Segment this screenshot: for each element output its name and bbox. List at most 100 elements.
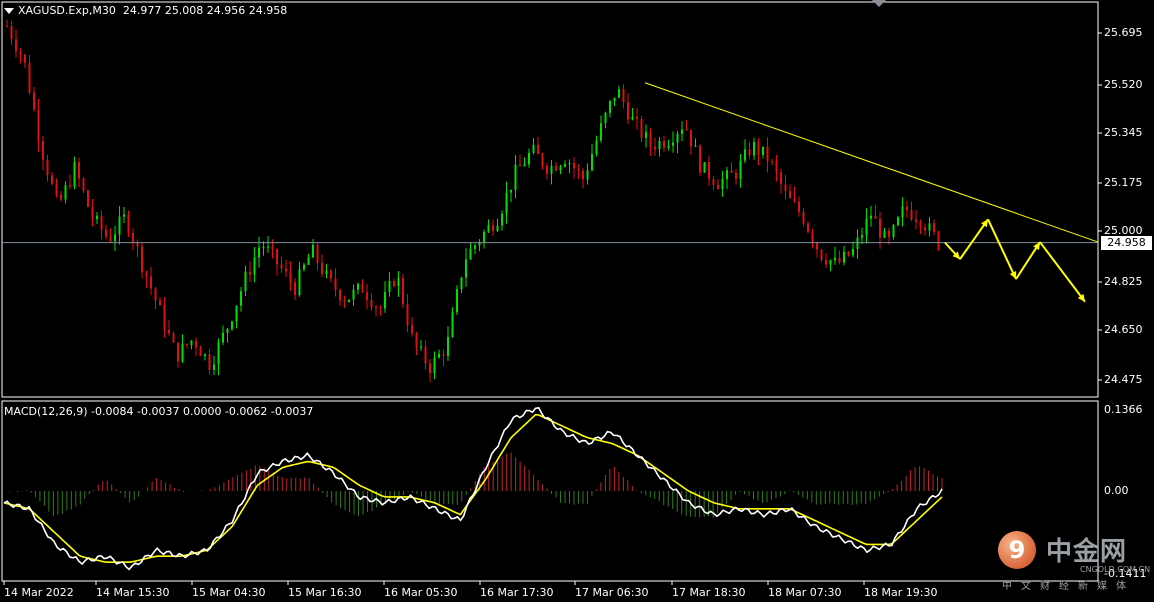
candle-body — [798, 201, 800, 213]
candle-body — [492, 225, 494, 232]
macd-tick-label: 0.00 — [1104, 484, 1129, 497]
dropdown-arrow-icon[interactable] — [4, 8, 14, 14]
candle-body — [681, 129, 683, 134]
candle-body — [217, 342, 220, 365]
candle-body — [402, 277, 404, 305]
candle-body — [307, 257, 310, 265]
candle-body — [631, 116, 634, 120]
current-price-label: 24.958 — [1101, 236, 1152, 250]
candle-body — [609, 100, 611, 113]
candle-body — [505, 192, 508, 214]
candle-body — [469, 248, 472, 260]
candle-body — [294, 282, 296, 296]
macd-main-line — [3, 406, 943, 571]
candle-body — [303, 264, 305, 270]
symbol-label: XAGUSD.Exp,M30 — [18, 4, 116, 17]
price-tick-label: 24.475 — [1104, 373, 1143, 386]
candle-body — [28, 62, 31, 93]
candle-body — [604, 112, 607, 124]
logo-disk-icon: 9 — [998, 531, 1036, 569]
candle-body — [528, 152, 530, 165]
candle-body — [348, 299, 350, 302]
candle-body — [811, 231, 814, 243]
candle-body — [789, 191, 791, 198]
candle-body — [411, 325, 413, 334]
candle-body — [762, 146, 764, 155]
logo-subtitle: 中文财经新媒体 — [1002, 581, 1135, 592]
time-tick-label: 18 Mar 07:30 — [768, 586, 842, 599]
macd-panel-frame — [1, 400, 1099, 582]
candle-body — [532, 144, 535, 153]
logo-url: CNGOLD.COM.CN — [1080, 565, 1151, 574]
candle-body — [249, 271, 251, 275]
price-tick-label: 25.345 — [1104, 126, 1143, 139]
candle-body — [280, 264, 283, 269]
candle-body — [258, 247, 260, 258]
candle-body — [865, 218, 868, 236]
candle-body — [501, 213, 503, 226]
scroll-marker-icon[interactable] — [872, 0, 886, 7]
candle-body — [879, 218, 881, 238]
candle-body — [618, 89, 620, 98]
candle-body — [744, 149, 746, 161]
macd-signal-line — [3, 413, 943, 563]
candle-body — [483, 231, 485, 242]
candle-body — [33, 92, 35, 110]
candle-body — [465, 259, 467, 278]
forecast-arrow — [1039, 241, 1086, 303]
candle-body — [676, 133, 679, 143]
candle-body — [186, 343, 188, 346]
price-tick-label: 24.650 — [1104, 323, 1143, 336]
candle-body — [649, 132, 652, 147]
candle-body — [690, 129, 692, 147]
candle-body — [546, 165, 548, 174]
candle-body — [672, 142, 674, 146]
candle-body — [577, 168, 580, 171]
candle-body — [820, 249, 823, 260]
candle-body — [496, 225, 499, 232]
candle-body — [375, 307, 377, 309]
candle-body — [24, 54, 26, 63]
candle-body — [766, 146, 769, 162]
watermark-logo: 9 中金网 CNGOLD.COM.CN 中文财经新媒体 — [994, 527, 1150, 592]
candle-body — [379, 308, 382, 310]
candle-body — [240, 291, 242, 306]
candle-body — [406, 304, 409, 326]
candle-body — [213, 364, 215, 370]
candle-body — [582, 170, 584, 180]
candle-body — [919, 221, 922, 228]
candle-body — [123, 214, 125, 217]
candle-body — [901, 206, 904, 218]
candle-body — [127, 214, 130, 233]
candle-body — [712, 179, 715, 185]
time-tick-label: 15 Mar 16:30 — [288, 586, 362, 599]
candle-body — [645, 132, 647, 138]
time-tick-label: 15 Mar 04:30 — [192, 586, 266, 599]
candle-body — [861, 235, 863, 238]
time-tick-label: 18 Mar 19:30 — [864, 586, 938, 599]
chart-canvas — [1, 1, 1102, 585]
price-header: XAGUSD.Exp,M30 24.977 25.008 24.956 24.9… — [18, 4, 287, 17]
candle-body — [384, 291, 386, 309]
candle-body — [388, 281, 391, 292]
candle-body — [136, 242, 139, 247]
candle-body — [627, 102, 629, 120]
candle-body — [735, 172, 737, 179]
candle-body — [312, 244, 314, 258]
candle-body — [838, 257, 841, 263]
candle-body — [55, 183, 58, 195]
macd-tick-label: 0.1366 — [1104, 403, 1143, 416]
candle-body — [874, 215, 877, 219]
candle-body — [883, 230, 886, 238]
candle-body — [897, 217, 899, 226]
candle-body — [537, 144, 539, 154]
candle-body — [393, 281, 395, 286]
candle-body — [397, 277, 400, 286]
candle-body — [321, 262, 323, 274]
macd-header: MACD(12,26,9) -0.0084 -0.0037 0.0000 -0.… — [4, 405, 314, 418]
candle-body — [82, 178, 85, 191]
candle-body — [190, 340, 193, 346]
candle-body — [753, 141, 755, 156]
candle-body — [370, 299, 373, 308]
candle-body — [132, 232, 134, 243]
